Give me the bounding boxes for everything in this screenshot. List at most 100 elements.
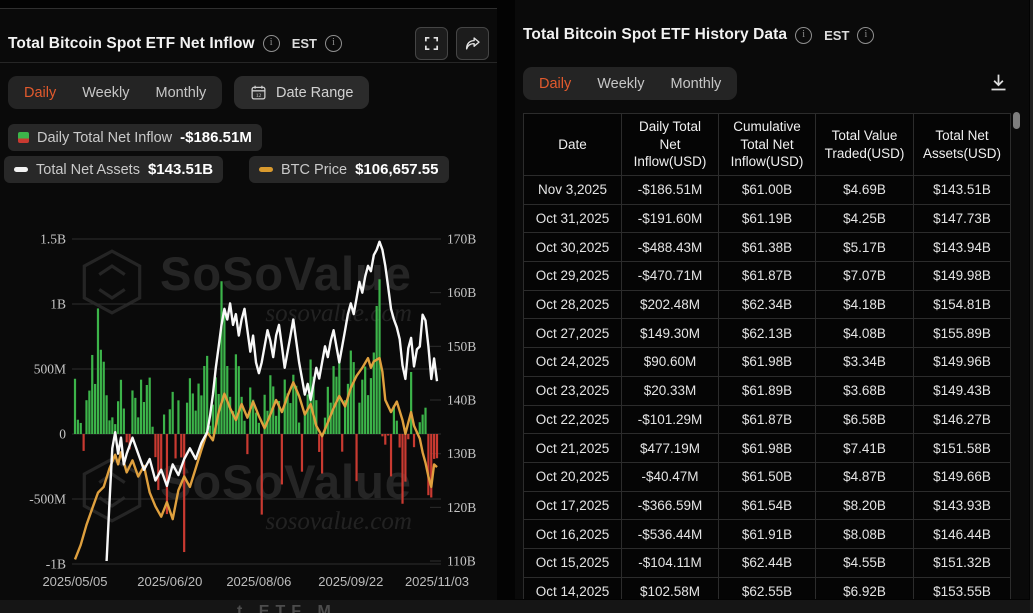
table-row[interactable]: Oct 14,2025$102.58M$62.55B$6.92B$153.55B	[524, 577, 1011, 599]
net-inflow-chart[interactable]: 1.5B1B500M0-500M-1B170B160B150B140B130B1…	[0, 209, 497, 600]
table-scrollbar-thumb[interactable]	[1013, 112, 1020, 129]
tab-monthly[interactable]: Monthly	[671, 76, 722, 92]
table-row[interactable]: Oct 17,2025-$366.59M$61.54B$8.20B$143.93…	[524, 491, 1011, 520]
next-section-clipped: t ETF M	[0, 600, 1033, 613]
inflow-bar	[364, 367, 366, 434]
table-row[interactable]: Oct 23,2025$20.33M$61.89B$3.68B$149.43B	[524, 376, 1011, 405]
x-axis-date-label: 2025/06/20	[137, 574, 202, 589]
table-column-header: Daily Total Net Inflow(USD)	[622, 114, 719, 176]
etf-history-table[interactable]: DateDaily Total Net Inflow(USD)Cumulativ…	[523, 113, 1011, 599]
inflow-bar	[117, 401, 119, 434]
left-axis-tick: -1B	[46, 557, 66, 572]
inflow-bar	[134, 398, 136, 434]
value-cell: $143.94B	[914, 233, 1011, 262]
value-cell: $62.44B	[719, 548, 816, 577]
fullscreen-button[interactable]	[415, 27, 448, 60]
inflow-bar	[243, 421, 245, 434]
inflow-bar	[422, 415, 424, 434]
table-row[interactable]: Oct 20,2025-$40.47M$61.50B$4.87B$149.66B	[524, 462, 1011, 491]
date-cell: Oct 27,2025	[524, 319, 622, 348]
table-row[interactable]: Oct 28,2025$202.48M$62.34B$4.18B$154.81B	[524, 290, 1011, 319]
download-button[interactable]	[988, 72, 1009, 98]
table-row[interactable]: Oct 24,2025$90.60M$61.98B$3.34B$149.96B	[524, 348, 1011, 377]
tab-weekly[interactable]: Weekly	[82, 85, 129, 101]
value-cell: $477.19M	[622, 434, 719, 463]
value-cell: $61.00B	[719, 176, 816, 205]
value-cell: $143.93B	[914, 491, 1011, 520]
inflow-swatch-icon	[18, 132, 29, 143]
value-cell: -$186.51M	[622, 176, 719, 205]
value-cell: -$488.43M	[622, 233, 719, 262]
value-cell: $102.58M	[622, 577, 719, 599]
info-icon[interactable]: i	[795, 27, 812, 44]
table-column-header: Date	[524, 114, 622, 176]
clipped-text: t ETF M	[237, 603, 337, 613]
inflow-bar	[143, 402, 145, 434]
inflow-bar	[424, 408, 426, 434]
date-range-button[interactable]: 12 Date Range	[234, 76, 369, 109]
inflow-bar	[223, 312, 225, 434]
date-cell: Oct 24,2025	[524, 348, 622, 377]
value-cell: -$40.47M	[622, 462, 719, 491]
value-cell: $149.66B	[914, 462, 1011, 491]
table-row[interactable]: Oct 27,2025$149.30M$62.13B$4.08B$155.89B	[524, 319, 1011, 348]
table-row[interactable]: Oct 15,2025-$104.11M$62.44B$4.55B$151.32…	[524, 548, 1011, 577]
value-cell: $7.41B	[816, 434, 914, 463]
left-axis-tick: -500M	[29, 492, 66, 507]
x-axis-date-label: 2025/08/06	[226, 574, 291, 589]
table-row[interactable]: Oct 29,2025-$470.71M$61.87B$7.07B$149.98…	[524, 262, 1011, 291]
inflow-bar	[304, 414, 306, 434]
date-cell: Oct 16,2025	[524, 520, 622, 549]
legend-daily-net-inflow[interactable]: Daily Total Net Inflow -$186.51M	[8, 124, 262, 151]
date-cell: Oct 17,2025	[524, 491, 622, 520]
legend-label: BTC Price	[281, 162, 347, 178]
fullscreen-icon	[423, 35, 440, 52]
legend-total-net-assets[interactable]: Total Net Assets $143.51B	[4, 156, 223, 183]
info-icon[interactable]: i	[857, 27, 874, 44]
inflow-bar	[261, 434, 263, 515]
value-cell: $146.44B	[914, 520, 1011, 549]
value-cell: $62.55B	[719, 577, 816, 599]
value-cell: $4.18B	[816, 290, 914, 319]
inflow-bar	[281, 434, 283, 484]
history-data-panel: Total Bitcoin Spot ETF History Data i ES…	[515, 0, 1029, 599]
assets-dash-icon	[14, 167, 28, 172]
inflow-bar	[186, 403, 188, 434]
tab-monthly[interactable]: Monthly	[156, 85, 207, 101]
value-cell: $61.87B	[719, 262, 816, 291]
date-cell: Oct 28,2025	[524, 290, 622, 319]
table-row[interactable]: Oct 22,2025-$101.29M$61.87B$6.58B$146.27…	[524, 405, 1011, 434]
tab-daily[interactable]: Daily	[539, 76, 571, 92]
info-icon[interactable]: i	[263, 35, 280, 52]
inflow-bar	[108, 420, 110, 434]
value-cell: $4.25B	[816, 204, 914, 233]
info-icon[interactable]: i	[325, 35, 342, 52]
legend-label: Daily Total Net Inflow	[37, 130, 172, 146]
table-row[interactable]: Oct 21,2025$477.19M$61.98B$7.41B$151.58B	[524, 434, 1011, 463]
inflow-bar	[332, 366, 334, 434]
share-button[interactable]	[456, 27, 489, 60]
value-cell: $3.68B	[816, 376, 914, 405]
inflow-bar	[126, 434, 128, 442]
legend-btc-price[interactable]: BTC Price $106,657.55	[249, 156, 449, 183]
value-cell: -$470.71M	[622, 262, 719, 291]
value-cell: -$536.44M	[622, 520, 719, 549]
value-cell: $5.17B	[816, 233, 914, 262]
inflow-bar	[195, 411, 197, 434]
inflow-bar	[396, 421, 398, 434]
tab-weekly[interactable]: Weekly	[597, 76, 644, 92]
inflow-bar	[399, 434, 401, 448]
value-cell: $4.08B	[816, 319, 914, 348]
inflow-bar	[361, 380, 363, 434]
inflow-bar	[146, 385, 148, 434]
right-axis-tick: 170B	[447, 232, 476, 247]
est-label: EST	[292, 36, 317, 51]
table-row[interactable]: Oct 31,2025-$191.60M$61.19B$4.25B$147.73…	[524, 204, 1011, 233]
table-row[interactable]: Oct 30,2025-$488.43M$61.38B$5.17B$143.94…	[524, 233, 1011, 262]
value-cell: -$366.59M	[622, 491, 719, 520]
inflow-bar	[172, 392, 174, 434]
tab-daily[interactable]: Daily	[24, 85, 56, 101]
inflow-bar	[80, 423, 82, 434]
table-row[interactable]: Nov 3,2025-$186.51M$61.00B$4.69B$143.51B	[524, 176, 1011, 205]
table-row[interactable]: Oct 16,2025-$536.44M$61.91B$8.08B$146.44…	[524, 520, 1011, 549]
